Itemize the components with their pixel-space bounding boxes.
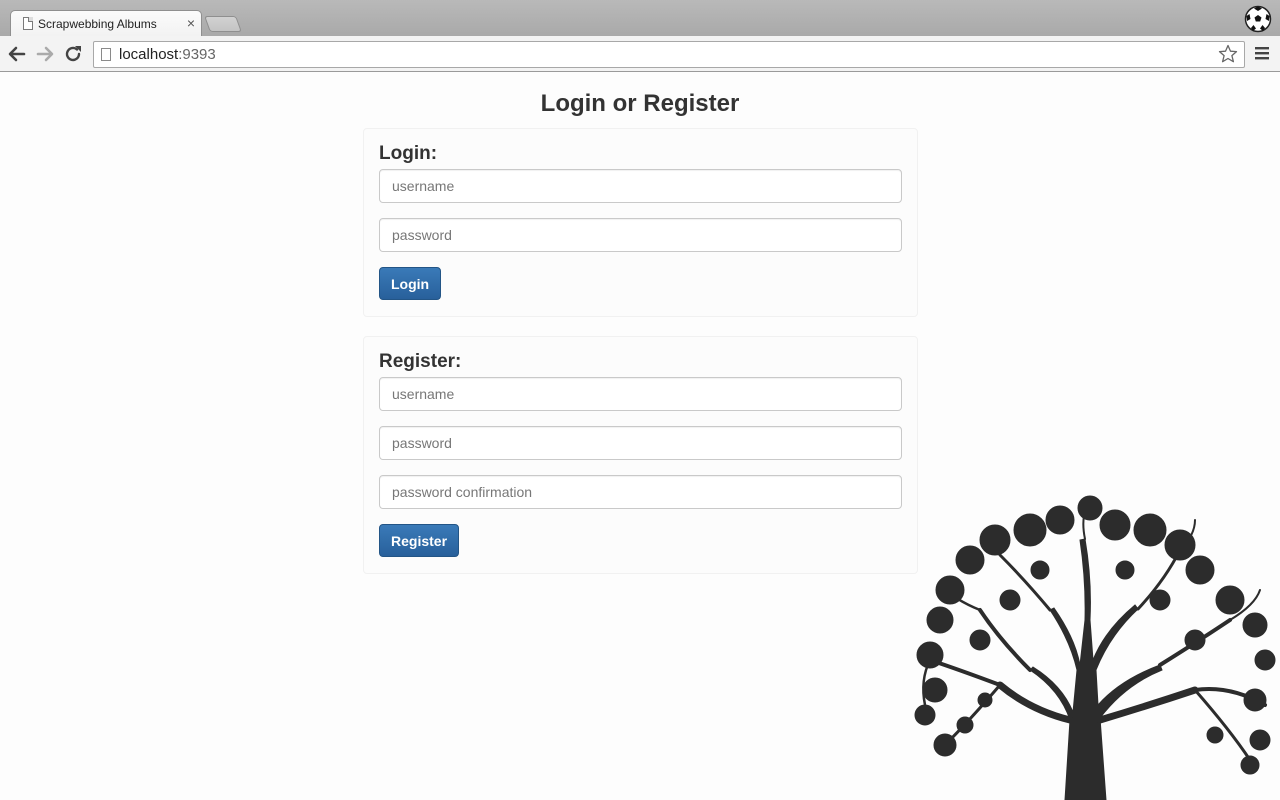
soccer-ball-profile-icon[interactable]: [1244, 5, 1272, 33]
browser-tab-strip: Scrapwebbing Albums ×: [0, 0, 1280, 36]
register-heading: Register:: [379, 351, 462, 372]
address-bar[interactable]: localhost:9393: [93, 41, 1245, 68]
menu-hamburger-icon[interactable]: [1254, 45, 1270, 61]
bookmark-star-icon[interactable]: [1218, 44, 1238, 64]
page-title: Login or Register: [540, 90, 740, 117]
close-tab-icon[interactable]: ×: [187, 15, 195, 31]
register-panel: Register: Register: [363, 336, 918, 574]
browser-tab[interactable]: Scrapwebbing Albums ×: [10, 10, 202, 36]
register-password-input[interactable]: [379, 426, 902, 460]
login-button[interactable]: Login: [379, 267, 442, 300]
reload-icon[interactable]: [61, 42, 85, 66]
register-button[interactable]: Register: [379, 524, 460, 557]
login-panel: Login: Login: [363, 128, 918, 317]
new-tab-button[interactable]: [204, 16, 242, 32]
tree-silhouette-image: [914, 495, 1276, 800]
register-username-input[interactable]: [379, 377, 902, 411]
forward-arrow-icon[interactable]: [33, 42, 57, 66]
back-arrow-icon[interactable]: [5, 42, 29, 66]
url-text: localhost:9393: [119, 46, 216, 63]
page-icon: [101, 48, 111, 61]
login-username-input[interactable]: [379, 169, 902, 203]
tab-title: Scrapwebbing Albums: [38, 17, 157, 31]
register-password-confirmation-input[interactable]: [379, 475, 902, 509]
login-heading: Login:: [379, 143, 438, 164]
page-icon: [23, 17, 33, 30]
login-password-input[interactable]: [379, 218, 902, 252]
